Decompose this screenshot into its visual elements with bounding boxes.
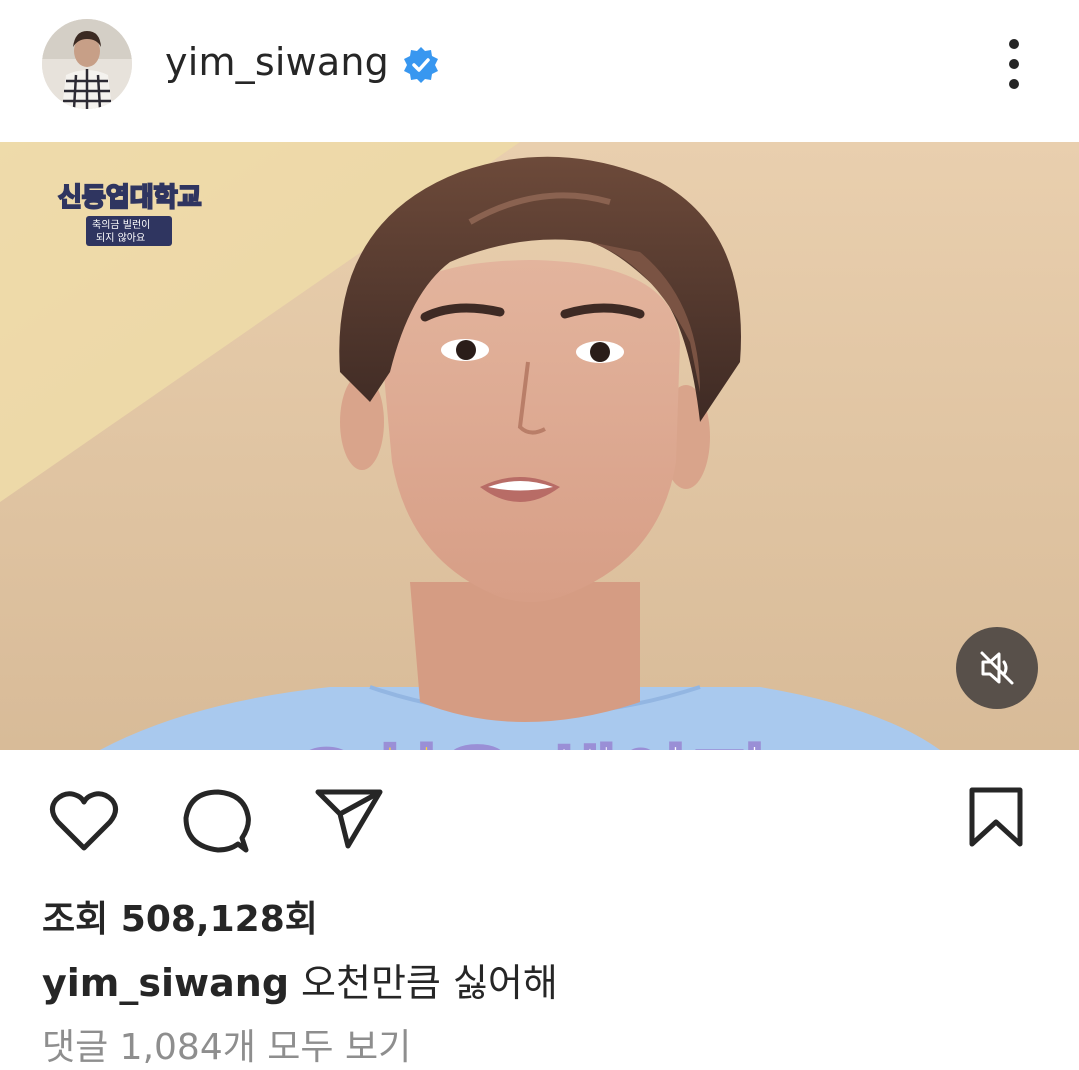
mute-button[interactable]: [956, 627, 1038, 709]
share-button[interactable]: [314, 788, 384, 854]
heart-icon: [50, 791, 118, 851]
show-logo-sub1: 축의금 빌런이: [92, 219, 150, 231]
like-button[interactable]: [48, 788, 120, 858]
caption-username[interactable]: yim_siwang: [42, 961, 289, 1005]
view-count: 조회 508,128회: [42, 899, 318, 940]
volume-off-icon: [980, 651, 1014, 685]
post-video[interactable]: 신동엽대학교 축의금 빌런이 되지 않아요 오천은 해야지: [0, 142, 1079, 750]
video-subtitle: 오천은 해야지: [287, 739, 771, 751]
post-username[interactable]: yim_siwang: [165, 40, 389, 84]
verified-badge-icon: [401, 45, 441, 85]
video-subtitle-highlight: 오천: [287, 736, 443, 751]
comment-button[interactable]: [182, 788, 252, 860]
avatar[interactable]: [42, 19, 132, 109]
show-logo-sub2: 되지 않아요: [96, 232, 145, 244]
comment-icon: [183, 789, 251, 853]
video-frame: 신동엽대학교 축의금 빌런이 되지 않아요: [0, 142, 1079, 750]
view-all-comments-link[interactable]: 댓글 1,084개 모두 보기: [42, 1018, 411, 1070]
video-subtitle-rest: 은 해야지: [437, 736, 770, 751]
post-caption: yim_siwang 오천만큼 싫어해: [42, 952, 558, 1007]
more-options-icon[interactable]: [994, 36, 1034, 92]
caption-text: 오천만큼 싫어해: [301, 961, 558, 1005]
save-button[interactable]: [968, 786, 1024, 854]
action-bar: [0, 770, 1079, 870]
show-logo-title: 신동엽대학교: [58, 183, 202, 213]
post-header: yim_siwang: [0, 0, 1079, 130]
bookmark-icon: [969, 787, 1023, 847]
send-icon: [315, 789, 383, 849]
